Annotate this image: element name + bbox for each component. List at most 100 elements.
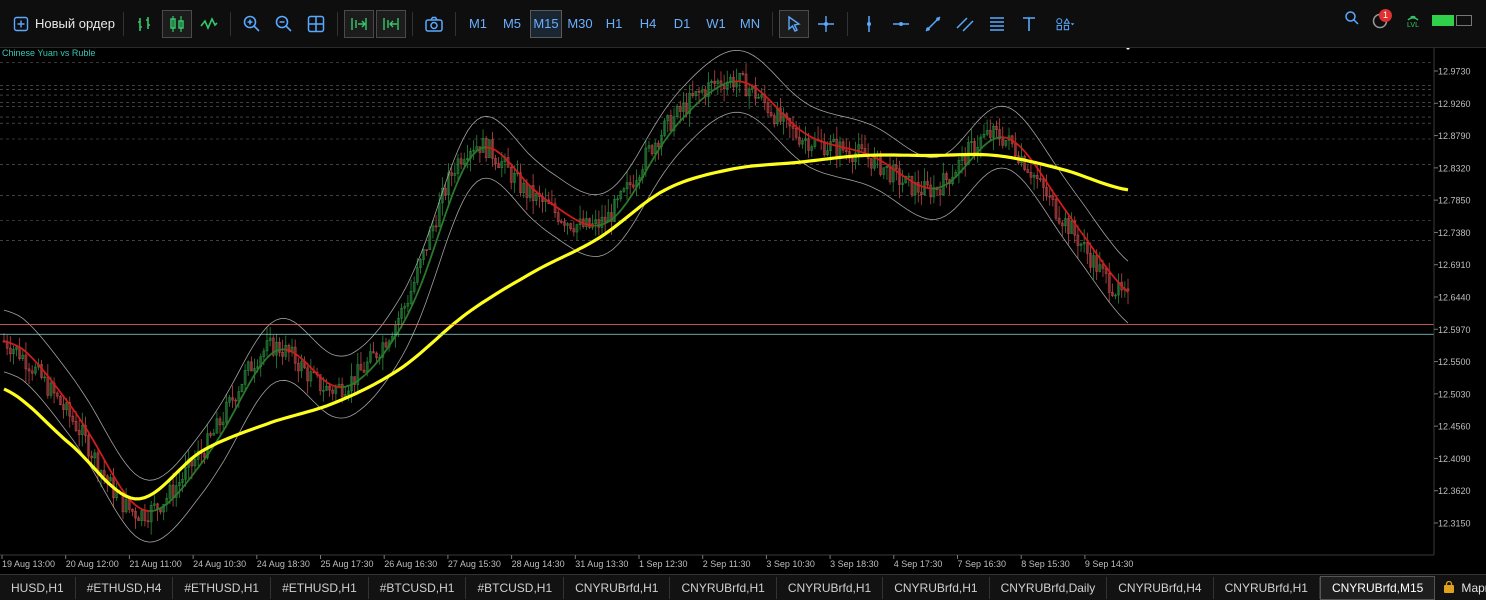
zoom-in-icon xyxy=(243,15,260,32)
fibonacci-tool-button[interactable] xyxy=(982,10,1012,38)
time-label: 9 Sep 14:30 xyxy=(1085,559,1134,569)
vertical-line-icon xyxy=(867,15,871,32)
time-label: 21 Aug 11:00 xyxy=(129,559,181,569)
toolbar-separator xyxy=(230,11,231,36)
chart-tab[interactable]: #ETHUSD,H1 xyxy=(271,576,369,599)
shopping-bag-icon xyxy=(1444,581,1455,593)
price-label: 12.9730 xyxy=(1438,67,1471,77)
timeframe-h4[interactable]: H4 xyxy=(632,10,664,38)
timeframe-m5[interactable]: M5 xyxy=(496,10,528,38)
zoom-out-icon xyxy=(275,15,292,32)
chart-tab[interactable]: CNYRUBrfd,M15 xyxy=(1319,575,1436,600)
cursor-tool-button[interactable] xyxy=(779,9,809,38)
time-label: 19 Aug 13:00 xyxy=(2,559,55,569)
connection-status-bar[interactable] xyxy=(1432,15,1472,26)
toolbar-separator xyxy=(847,11,848,36)
timeframe-mn[interactable]: MN xyxy=(734,10,766,38)
bar-chart-icon xyxy=(138,16,150,31)
time-label: 20 Aug 12:00 xyxy=(66,559,119,569)
mid-ma-segment xyxy=(144,509,150,513)
chart-tab[interactable]: #ETHUSD,H4 xyxy=(76,576,174,599)
bar-chart-button[interactable] xyxy=(130,10,160,38)
timeframe-m15[interactable]: M15 xyxy=(530,9,562,38)
connection-bar-fill xyxy=(1432,15,1454,26)
chart-tab[interactable]: HUSD,H1 xyxy=(0,576,76,599)
horizontal-line-icon xyxy=(893,21,909,26)
timeframe-w1[interactable]: W1 xyxy=(700,10,732,38)
price-label: 12.5970 xyxy=(1438,325,1471,335)
search-icon xyxy=(1345,11,1359,25)
connection-bar-rest xyxy=(1456,15,1472,26)
main-toolbar: Новый ордер M1 M5 M15 M30 H1 H4 D1 W1 MN xyxy=(0,0,1486,48)
chart-tab[interactable]: #BTCUSD,H1 xyxy=(369,576,467,599)
time-label: 3 Sep 18:30 xyxy=(830,559,879,569)
shapes-menu-button[interactable] xyxy=(1046,10,1084,38)
mid-ma-segment xyxy=(846,147,852,151)
timeframe-d1[interactable]: D1 xyxy=(666,10,698,38)
chart-tab[interactable]: CNYRUBrfd,H1 xyxy=(883,576,990,599)
chart-shift-icon xyxy=(383,17,399,30)
channel-tool-button[interactable] xyxy=(950,10,980,38)
mid-ma-segment xyxy=(842,146,848,150)
chart-tab[interactable]: CNYRUBrfd,H1 xyxy=(777,576,884,599)
price-label: 12.7380 xyxy=(1438,228,1471,238)
fibonacci-icon xyxy=(990,16,1004,31)
price-axis: 12.9730 12.9260 12.8790 12.8320 12.7850 12.73… xyxy=(1434,67,1471,529)
lvl-label: LVL xyxy=(1407,22,1419,29)
chart-tab[interactable]: CNYRUBrfd,Daily xyxy=(990,576,1108,599)
mid-ma-segment xyxy=(935,186,941,190)
chart-background xyxy=(0,48,1486,574)
price-chart[interactable]: 12.603812.5898 12.973012.926012.879012.8… xyxy=(0,48,1486,574)
chart-tab[interactable]: CNYRUBrfd,H1 xyxy=(1214,576,1320,599)
mid-ma-segment xyxy=(589,224,595,227)
text-icon xyxy=(1023,16,1035,31)
chart-tab[interactable]: CNYRUBrfd,H4 xyxy=(1107,576,1214,599)
price-label: 12.7850 xyxy=(1438,196,1471,206)
horizontal-line-tool-button[interactable] xyxy=(886,10,916,38)
price-label: 12.8320 xyxy=(1438,163,1471,173)
zoom-out-button[interactable] xyxy=(269,10,299,38)
crosshair-tool-button[interactable] xyxy=(811,10,841,38)
auto-scroll-button[interactable] xyxy=(344,9,374,38)
trendline-tool-button[interactable] xyxy=(918,10,948,38)
time-label: 28 Aug 14:30 xyxy=(512,559,565,569)
timeframe-h1[interactable]: H1 xyxy=(598,10,630,38)
text-tool-button[interactable] xyxy=(1014,10,1044,38)
screenshot-button[interactable] xyxy=(419,10,449,38)
zoom-in-button[interactable] xyxy=(237,10,267,38)
chart-tab[interactable]: CNYRUBrfd,H1 xyxy=(670,576,777,599)
line-chart-button[interactable] xyxy=(194,10,224,38)
trendline-icon xyxy=(925,15,941,32)
price-label: 12.4090 xyxy=(1438,454,1471,464)
price-label: 12.5500 xyxy=(1438,357,1471,367)
chart-tab[interactable]: #BTCUSD,H1 xyxy=(466,576,565,599)
vertical-line-tool-button[interactable] xyxy=(854,10,884,38)
timeframe-m1[interactable]: M1 xyxy=(462,10,494,38)
mid-ma-segment xyxy=(926,186,932,190)
mid-ma-segment xyxy=(828,142,834,146)
time-label: 8 Sep 15:30 xyxy=(1021,559,1070,569)
mid-ma-segment xyxy=(832,144,838,147)
chart-shift-button[interactable] xyxy=(376,9,406,38)
market-button[interactable]: Маркет xyxy=(1443,581,1486,595)
mid-ma-segment xyxy=(486,146,492,149)
instrument-label: Chinese Yuan vs Ruble xyxy=(2,48,95,58)
search-button[interactable] xyxy=(1344,10,1360,31)
notifications-button[interactable]: 1 xyxy=(1372,8,1394,30)
signal-level-indicator[interactable]: LVL xyxy=(1406,11,1420,30)
mid-ma-segment xyxy=(837,145,843,149)
price-label: 12.4560 xyxy=(1438,422,1471,432)
price-label: 12.8790 xyxy=(1438,131,1471,141)
new-order-button[interactable]: Новый ордер xyxy=(7,10,117,38)
tile-windows-button[interactable] xyxy=(301,10,331,38)
chart-tab[interactable]: CNYRUBrfd,H1 xyxy=(564,576,671,599)
chart-tab[interactable]: #ETHUSD,H1 xyxy=(173,576,272,599)
market-label: Маркет xyxy=(1461,580,1486,595)
time-label: 24 Aug 10:30 xyxy=(193,559,246,569)
candlestick-chart-button[interactable] xyxy=(162,9,192,38)
timeframe-m30[interactable]: M30 xyxy=(564,10,596,38)
toolbar-separator xyxy=(772,11,773,36)
grid-icon xyxy=(307,15,325,32)
crosshair-icon xyxy=(818,15,834,32)
notification-badge: 1 xyxy=(1379,8,1393,22)
